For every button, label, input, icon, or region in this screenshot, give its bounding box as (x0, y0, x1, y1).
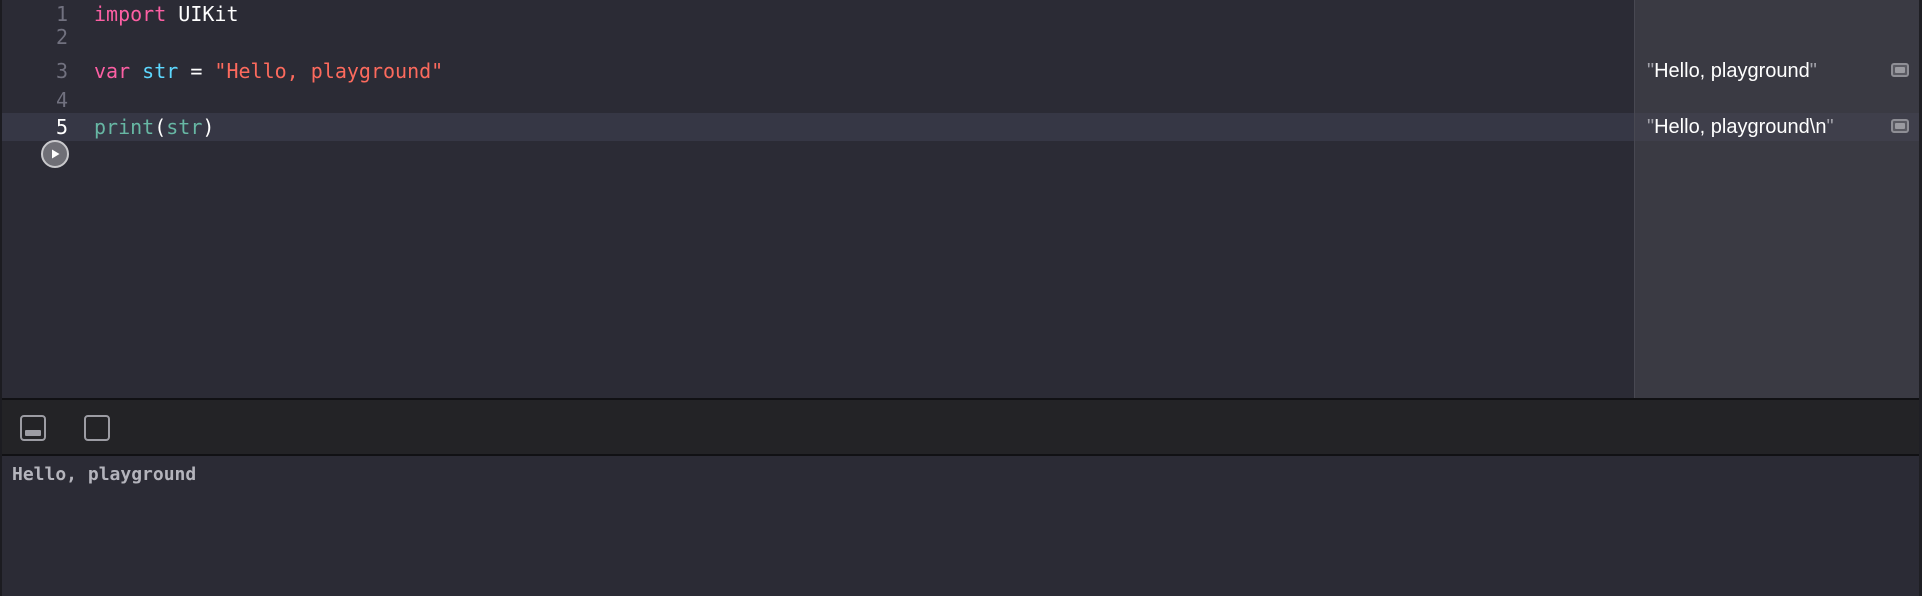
code-line-2[interactable]: 2 (2, 23, 1634, 51)
result-value: "Hello, playground\n" (1647, 113, 1834, 141)
code-text[interactable]: var str = "Hello, playground" (94, 57, 443, 85)
function-token: print (94, 115, 155, 139)
line-number: 5 (55, 115, 68, 139)
result-string: Hello, playground (1654, 60, 1810, 82)
quick-look-icon[interactable] (1891, 63, 1909, 77)
argument-token: str (166, 115, 203, 139)
quote-mark: " (1809, 60, 1817, 82)
code-line-3[interactable]: 3 var str = "Hello, playground" (2, 57, 1634, 85)
line-number: 4 (55, 88, 68, 112)
play-icon (49, 148, 61, 160)
variable-token: str (142, 59, 179, 83)
debug-toolbar (2, 398, 1922, 456)
line-number: 3 (55, 59, 68, 83)
quick-look-icon[interactable] (1891, 119, 1909, 133)
code-editor[interactable]: 1 import UIKit 2 3 var str = "Hello, pla… (2, 0, 1634, 398)
code-line-5[interactable]: 5 print(str) (2, 113, 1634, 141)
line-number: 2 (55, 25, 68, 49)
results-sidebar: "Hello, playground" "Hello, playground\n… (1634, 0, 1922, 398)
result-string: Hello, playground\n (1654, 116, 1827, 138)
string-literal-token: "Hello, playground" (214, 59, 444, 83)
playground-window: 1 import UIKit 2 3 var str = "Hello, pla… (0, 0, 1922, 596)
show-results-icon[interactable] (84, 415, 110, 441)
keyword-token: var (94, 59, 131, 83)
result-row-line-3[interactable]: "Hello, playground" (1635, 57, 1922, 85)
paren-close-token: ) (202, 115, 215, 139)
quote-mark: " (1826, 116, 1834, 138)
console-output-area[interactable]: Hello, playground (2, 456, 1922, 596)
code-text[interactable]: print(str) (94, 113, 214, 141)
hide-debug-area-icon[interactable] (20, 415, 46, 441)
code-line-4[interactable]: 4 (2, 86, 1634, 114)
run-playground-button[interactable] (41, 140, 69, 168)
paren-open-token: ( (154, 115, 167, 139)
operator-token: = (178, 59, 215, 83)
result-row-line-5[interactable]: "Hello, playground\n" (1635, 113, 1922, 141)
console-output: Hello, playground (12, 464, 197, 485)
result-value: "Hello, playground" (1647, 57, 1817, 85)
